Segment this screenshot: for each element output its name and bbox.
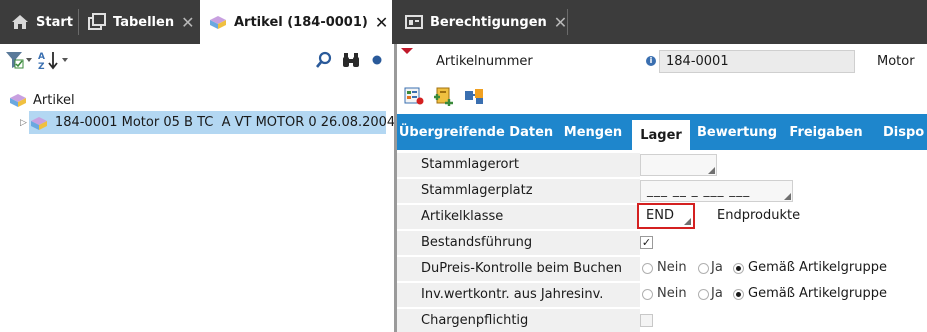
tree-panel: AZ Artikel ▷ 184-0001 Motor 05 B TC A VT…	[0, 44, 395, 332]
row-chargenpflichtig: Chargenpflichtig	[397, 308, 927, 332]
row-stammlagerort: Stammlagerort	[397, 152, 927, 178]
tab-label: Übergreifende Daten	[398, 124, 554, 140]
row-artikelklasse: Artikelklasse END Endprodukte	[397, 203, 927, 230]
tab-label: Lager	[640, 127, 682, 143]
artikelnummer-label: Artikelnummer	[436, 54, 533, 69]
invwert-radio-nein[interactable]	[642, 289, 653, 300]
tab-freigaben[interactable]: Freigaben	[785, 114, 867, 150]
stammlagerplatz-select[interactable]: ___ __ _ ___ ___	[640, 180, 793, 202]
invwert-radio-ja[interactable]	[698, 289, 709, 300]
info-icon[interactable]: i	[646, 56, 656, 66]
tab-uebergreifende-daten[interactable]: Übergreifende Daten	[397, 114, 555, 150]
lager-form: Stammlagerort Stammlagerplatz ___ __ _ _…	[397, 150, 927, 332]
tab-label: Freigaben	[789, 124, 863, 140]
tree-item-label: 184-0001 Motor 05 B TC A VT MOTOR 0 26.0…	[54, 115, 396, 130]
tab-mengen[interactable]: Mengen	[557, 114, 629, 150]
dropdown-corner-icon	[708, 167, 715, 174]
dropdown-corner-icon	[684, 218, 691, 225]
article-icon	[8, 91, 28, 109]
radio-label: Nein	[657, 286, 687, 301]
permissions-icon	[404, 12, 424, 32]
home-icon	[10, 12, 30, 32]
dupreis-radio-artikelgruppe[interactable]	[733, 263, 744, 274]
tab-separator	[78, 9, 79, 35]
tab-tabellen[interactable]: Tabellen ✕	[87, 0, 194, 44]
tables-icon	[87, 12, 107, 32]
artikelklasse-select[interactable]: END	[637, 203, 695, 229]
tree-root-artikel[interactable]: Artikel	[8, 91, 75, 109]
tab-separator	[567, 9, 568, 35]
tab-start[interactable]: Start	[10, 0, 73, 44]
radio-label: Ja	[711, 286, 723, 301]
dupreis-label: DuPreis-Kontrolle beim Buchen	[397, 257, 640, 281]
tab-lager[interactable]: Lager	[632, 120, 690, 150]
invwert-radio-artikelgruppe[interactable]	[733, 289, 744, 300]
tab-label: Artikel (184-0001)	[234, 14, 368, 30]
filter-icon[interactable]	[4, 50, 34, 70]
stammlagerort-select[interactable]	[640, 154, 717, 176]
transfer-icon[interactable]	[463, 86, 485, 110]
row-dupreis: DuPreis-Kontrolle beim Buchen Nein Ja Ge…	[397, 256, 927, 282]
close-icon[interactable]: ✕	[181, 13, 194, 32]
tab-artikel[interactable]: Artikel (184-0001) ✕	[200, 0, 392, 44]
tab-bewertung[interactable]: Bewertung	[693, 114, 781, 150]
radio-label: Gemäß Artikelgruppe	[748, 286, 887, 301]
detail-tab-strip: Übergreifende Daten Mengen Lager Bewertu…	[397, 114, 927, 150]
row-invwertkontr: Inv.wertkontr. aus Jahresinv. Nein Ja Ge…	[397, 282, 927, 308]
dropdown-corner-icon	[784, 193, 791, 200]
main-tab-bar: Start Tabellen ✕ Artikel (184-0001) ✕ Be…	[0, 0, 927, 44]
bestandsfuehrung-checkbox[interactable]: ✓	[640, 236, 653, 249]
tree-root-label: Artikel	[33, 92, 75, 108]
tab-label: Dispo	[883, 124, 925, 140]
artikelnummer-field[interactable]: 184-0001	[659, 50, 855, 73]
stammlagerort-label: Stammlagerort	[397, 153, 640, 177]
artikelklasse-value: END	[646, 208, 674, 223]
tab-label: Bewertung	[697, 124, 777, 140]
tree-item-184-0001[interactable]: ▷ 184-0001 Motor 05 B TC A VT MOTOR 0 26…	[20, 111, 395, 134]
close-icon[interactable]: ✕	[554, 13, 567, 32]
artikelklasse-label: Artikelklasse	[397, 205, 640, 229]
action-toolbar	[397, 84, 927, 108]
row-stammlagerplatz: Stammlagerplatz ___ __ _ ___ ___	[397, 178, 927, 204]
radio-label: Gemäß Artikelgruppe	[748, 260, 887, 275]
tab-label: Berechtigungen	[430, 14, 547, 30]
article-description: Motor	[877, 54, 915, 69]
binoculars-icon[interactable]	[340, 50, 362, 70]
article-icon	[29, 114, 49, 132]
article-list-icon[interactable]	[403, 86, 425, 110]
tab-label: Tabellen	[113, 14, 175, 30]
collapse-marker-icon[interactable]	[401, 48, 413, 54]
expand-icon[interactable]: ▷	[20, 118, 27, 128]
radio-label: Nein	[657, 260, 687, 275]
add-article-icon[interactable]	[433, 86, 455, 110]
tab-label: Start	[36, 14, 73, 30]
stammlagerplatz-label: Stammlagerplatz	[397, 179, 640, 203]
tree-toolbar: AZ	[0, 44, 394, 74]
dupreis-radio-nein[interactable]	[642, 263, 653, 274]
tab-label: Mengen	[563, 124, 623, 140]
close-icon[interactable]: ✕	[375, 13, 388, 32]
dot-icon[interactable]	[370, 50, 384, 70]
chargen-checkbox[interactable]	[640, 314, 653, 327]
svg-text:Z: Z	[38, 62, 45, 70]
radio-label: Ja	[711, 260, 723, 275]
invwert-label: Inv.wertkontr. aus Jahresinv.	[397, 283, 640, 307]
sort-az-icon[interactable]: AZ	[38, 50, 70, 70]
search-icon[interactable]	[314, 50, 334, 70]
bestandsfuehrung-label: Bestandsführung	[397, 231, 640, 255]
stammlagerplatz-value: ___ __ _ ___ ___	[647, 183, 751, 197]
row-bestandsfuehrung: Bestandsführung ✓	[397, 230, 927, 256]
dupreis-radio-ja[interactable]	[698, 263, 709, 274]
tab-berechtigungen[interactable]: Berechtigungen ✕	[404, 0, 567, 44]
svg-text:A: A	[38, 52, 45, 62]
chargen-label: Chargenpflichtig	[397, 309, 640, 332]
detail-panel: Artikelnummer i 184-0001 Motor Übergreif…	[397, 44, 927, 332]
article-icon	[208, 12, 228, 32]
header-row: Artikelnummer i 184-0001 Motor	[397, 44, 927, 80]
tab-dispo[interactable]: Dispo	[873, 114, 927, 150]
artikelklasse-description: Endprodukte	[717, 208, 801, 223]
